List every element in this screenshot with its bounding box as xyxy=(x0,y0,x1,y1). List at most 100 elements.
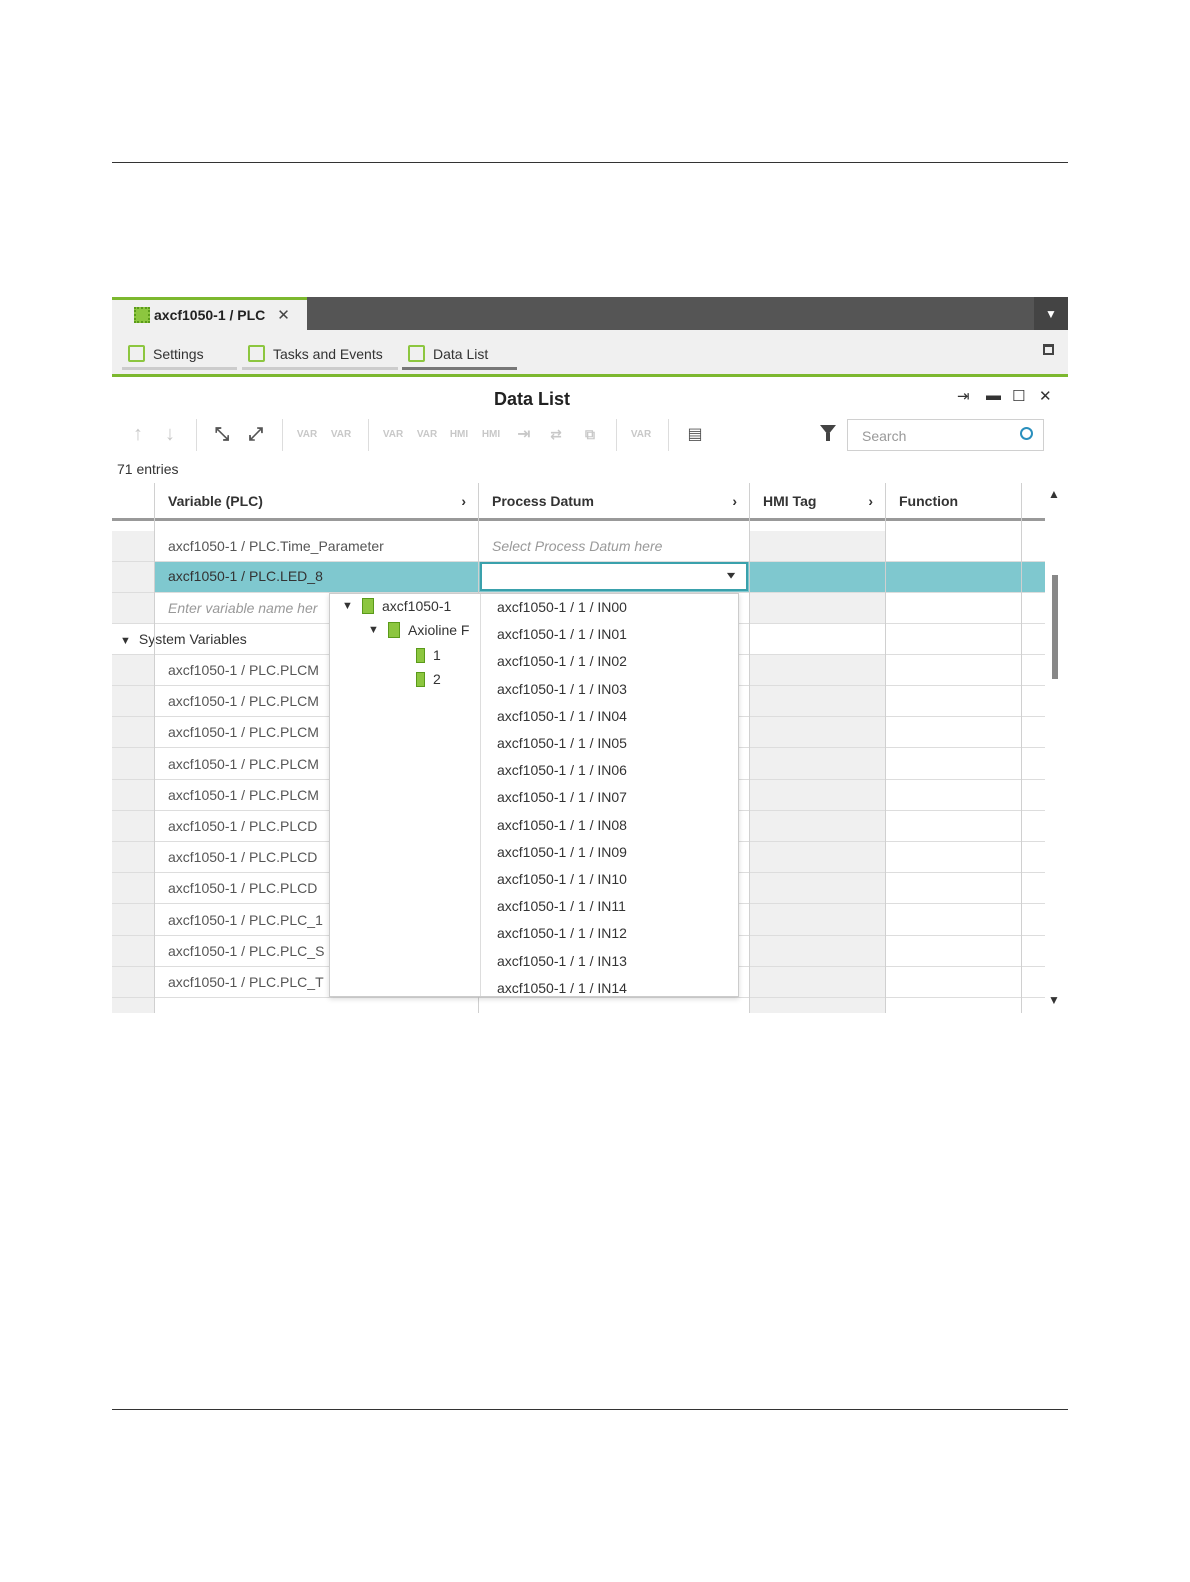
close-icon[interactable]: ✕ xyxy=(1039,387,1052,405)
add-variables-icon[interactable]: VAR xyxy=(328,421,354,447)
editor-tab-bar: Settings Tasks and Events Data List xyxy=(112,330,1068,377)
dropdown-option[interactable]: axcf1050-1 / 1 / IN03 xyxy=(497,681,627,697)
tasks-icon xyxy=(248,345,265,362)
chevron-right-icon[interactable]: › xyxy=(868,493,873,509)
column-header-variable[interactable]: Variable (PLC) › xyxy=(154,483,478,521)
toolbar-separator xyxy=(668,419,669,451)
tab-label: Data List xyxy=(433,345,489,362)
add-variable-icon[interactable]: VAR xyxy=(294,421,320,447)
variable-cell: axcf1050-1 / PLC.Time_Parameter xyxy=(168,538,384,554)
variable-cell: axcf1050-1 / PLC.PLC_1 xyxy=(168,911,323,928)
variable-cell: axcf1050-1 / PLC.PLCM xyxy=(168,662,319,678)
edit-variable-icon[interactable]: VAR xyxy=(380,421,406,447)
process-datum-cell[interactable]: Select Process Datum here xyxy=(478,531,749,561)
dropdown-option[interactable]: axcf1050-1 / 1 / IN07 xyxy=(497,789,627,805)
toolbar-separator xyxy=(196,419,197,451)
tab-data-list[interactable]: Data List xyxy=(402,340,517,370)
expand-all-icon[interactable]: ⤢ xyxy=(244,421,268,447)
connect-icon[interactable]: ⇥ xyxy=(512,421,536,447)
table-row[interactable]: axcf1050-1 / PLC.PLC_SYSTASK_AVAILABL Se… xyxy=(112,997,1045,1013)
delete-variable-icon[interactable]: VAR xyxy=(414,421,440,447)
tab-label: Settings xyxy=(153,345,204,362)
search-icon[interactable] xyxy=(1020,427,1033,440)
variable-cell: axcf1050-1 / PLC.PLCM xyxy=(168,786,319,803)
tab-settings[interactable]: Settings xyxy=(122,340,237,370)
maximize-icon[interactable] xyxy=(1043,344,1054,355)
toolbar-separator xyxy=(282,419,283,451)
minimize-icon[interactable]: ▬ xyxy=(986,387,1001,404)
chevron-down-icon[interactable]: ▼ xyxy=(724,569,738,580)
chevron-down-icon[interactable]: ▼ xyxy=(120,635,131,647)
variable-cell: axcf1050-1 / PLC.PLCM xyxy=(168,724,319,741)
process-datum-combobox[interactable]: ▼ xyxy=(480,562,748,591)
dropdown-option[interactable]: axcf1050-1 / 1 / IN13 xyxy=(497,953,627,969)
header-rule xyxy=(112,162,1068,163)
dropdown-option[interactable]: axcf1050-1 / 1 / IN08 xyxy=(497,817,627,833)
table-row[interactable]: axcf1050-1 / PLC.Time_Parameter Select P… xyxy=(112,531,1045,562)
chevron-down-icon[interactable]: ▼ xyxy=(1034,297,1068,330)
pane-title: Data List xyxy=(493,389,571,409)
dropdown-option[interactable]: axcf1050-1 / 1 / IN05 xyxy=(497,735,627,751)
process-datum-dropdown: ▼ axcf1050-1 ▼ Axioline F 1 2 axcf1050-1 /… xyxy=(329,593,739,997)
scroll-down-icon[interactable]: ▼ xyxy=(1048,993,1060,1007)
chevron-right-icon[interactable]: › xyxy=(732,493,737,509)
chevron-down-icon[interactable]: ▼ xyxy=(368,624,380,636)
chevron-down-icon[interactable]: ▼ xyxy=(342,600,354,612)
columns-icon[interactable]: ▤ xyxy=(682,421,708,447)
document-tab[interactable]: axcf1050-1 / PLC ✕ xyxy=(112,297,307,330)
move-up-icon[interactable]: ↑ xyxy=(126,421,150,447)
scroll-up-icon[interactable]: ▲ xyxy=(1048,487,1060,501)
tab-tasks-and-events[interactable]: Tasks and Events xyxy=(242,340,398,370)
move-down-icon[interactable]: ↓ xyxy=(158,421,182,447)
collapse-all-icon[interactable]: ⤡ xyxy=(210,421,234,447)
module-icon xyxy=(416,647,425,663)
tree-node-device[interactable]: ▼ axcf1050-1 xyxy=(342,598,451,614)
variable-cell: axcf1050-1 / PLC.PLCM xyxy=(168,755,319,772)
dropdown-option[interactable]: axcf1050-1 / 1 / IN06 xyxy=(497,762,627,778)
column-header-process-datum[interactable]: Process Datum › xyxy=(478,483,749,521)
column-header-spacer xyxy=(1021,483,1045,521)
filter-icon[interactable] xyxy=(820,425,836,441)
dropdown-option[interactable]: axcf1050-1 / 1 / IN02 xyxy=(497,653,627,669)
tree-node-axioline[interactable]: ▼ Axioline F xyxy=(368,622,469,638)
document-tab-bar: axcf1050-1 / PLC ✕ ▼ xyxy=(112,297,1068,330)
delete-all-variables-icon[interactable]: VAR xyxy=(628,421,654,447)
dropdown-option[interactable]: axcf1050-1 / 1 / IN14 xyxy=(497,980,627,996)
column-header-hmi-tag[interactable]: HMI Tag › xyxy=(749,483,885,521)
list-icon xyxy=(408,345,425,362)
column-divider xyxy=(154,483,155,1013)
document-tab-title: axcf1050-1 / PLC xyxy=(154,307,266,323)
edit-hmi-icon[interactable]: HMI xyxy=(446,421,472,447)
dropdown-option[interactable]: axcf1050-1 / 1 / IN11 xyxy=(497,898,626,914)
dropdown-option[interactable]: axcf1050-1 / 1 / IN01 xyxy=(497,626,627,642)
device-icon xyxy=(362,598,374,614)
toolbar-separator xyxy=(368,419,369,451)
maximize-icon[interactable]: ☐ xyxy=(1012,387,1025,405)
delete-hmi-icon[interactable]: HMI xyxy=(478,421,504,447)
close-icon[interactable]: ✕ xyxy=(277,306,290,324)
search-input[interactable]: Search xyxy=(847,419,1044,451)
variable-cell: axcf1050-1 / PLC.LED_8 xyxy=(168,568,323,584)
group-label: ▼ System Variables xyxy=(120,631,247,647)
column-divider xyxy=(749,483,750,1013)
tree-node-module-2[interactable]: 2 xyxy=(416,671,441,687)
vertical-scrollbar[interactable] xyxy=(1052,575,1058,679)
variable-cell: axcf1050-1 / PLC.PLCM xyxy=(168,693,319,710)
bus-icon xyxy=(388,622,400,638)
new-variable-input[interactable]: Enter variable name her xyxy=(154,593,329,623)
tab-label: Tasks and Events xyxy=(273,345,383,362)
process-datum-cell[interactable]: Select Process Datum here xyxy=(478,1003,749,1013)
disconnect-icon[interactable]: ⇄ xyxy=(544,421,568,447)
dropdown-option[interactable]: axcf1050-1 / 1 / IN00 xyxy=(497,599,627,615)
pin-icon[interactable]: ⇥ xyxy=(957,387,970,405)
dropdown-option[interactable]: axcf1050-1 / 1 / IN09 xyxy=(497,844,627,860)
column-header-function[interactable]: Function xyxy=(885,483,1021,521)
tree-node-module-1[interactable]: 1 xyxy=(416,647,441,663)
dropdown-option[interactable]: axcf1050-1 / 1 / IN10 xyxy=(497,871,627,887)
dropdown-option[interactable]: axcf1050-1 / 1 / IN12 xyxy=(497,925,627,941)
dropdown-option[interactable]: axcf1050-1 / 1 / IN04 xyxy=(497,708,627,724)
assign-icon[interactable]: ⧉ xyxy=(578,421,602,447)
chevron-right-icon[interactable]: › xyxy=(461,493,466,509)
column-divider xyxy=(1021,483,1022,1013)
module-icon xyxy=(416,671,425,687)
